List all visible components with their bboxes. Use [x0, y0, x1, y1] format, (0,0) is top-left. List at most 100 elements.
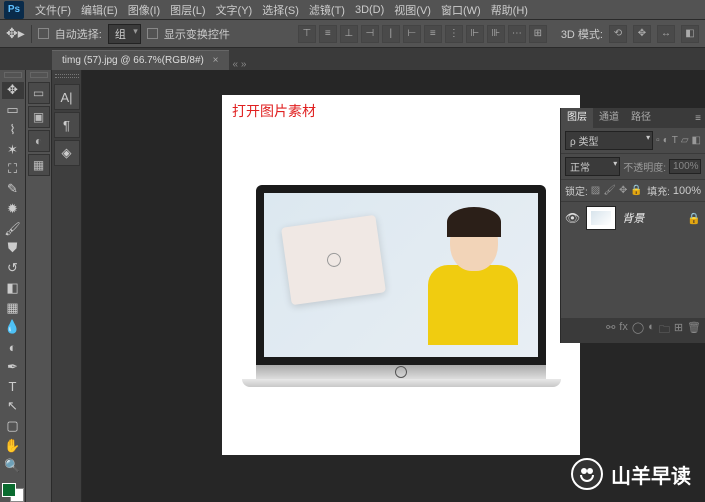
dock-character-icon[interactable]: A| — [54, 84, 80, 110]
filter-pixel-icon[interactable]: ▫ — [656, 135, 660, 146]
zoom-tool[interactable]: 🔍 — [2, 457, 24, 475]
color-swatches[interactable] — [2, 483, 24, 502]
distribute-1-icon[interactable]: ≡ — [424, 25, 442, 43]
lasso-tool[interactable]: ⌇ — [2, 121, 24, 139]
panel-styles-icon[interactable]: ▦ — [28, 154, 50, 176]
menu-image[interactable]: 图像(I) — [128, 2, 160, 18]
move-tool[interactable]: ✥ — [2, 82, 24, 100]
fill-label: 填充: — [647, 183, 670, 198]
blur-tool[interactable]: 💧 — [2, 319, 24, 337]
menu-window[interactable]: 窗口(W) — [441, 2, 481, 18]
align-right-icon[interactable]: ⊢ — [403, 25, 421, 43]
layer-name[interactable]: 背景 — [622, 210, 644, 226]
layer-thumbnail[interactable] — [586, 206, 616, 230]
brush-tool[interactable]: 🖌 — [2, 220, 24, 238]
lock-position-icon[interactable]: ✥ — [619, 185, 627, 196]
filter-adjust-icon[interactable]: ◐ — [663, 135, 669, 146]
document-tab[interactable]: timg (57).jpg @ 66.7%(RGB/8#) × — [52, 50, 229, 70]
gradient-tool[interactable]: ▦ — [2, 299, 24, 317]
dock-3d-icon[interactable]: ◈ — [54, 140, 80, 166]
filter-smart-icon[interactable]: ◧ — [692, 135, 701, 146]
distribute-4-icon[interactable]: ⊪ — [487, 25, 505, 43]
align-bottom-icon[interactable]: ⊥ — [340, 25, 358, 43]
pen-tool[interactable]: ✒ — [2, 358, 24, 376]
layer-item-background[interactable]: 👁 背景 🔒 — [561, 202, 705, 234]
panel-handle[interactable] — [30, 72, 48, 78]
align-left-icon[interactable]: ⊣ — [361, 25, 379, 43]
link-layers-icon[interactable]: ⚯ — [606, 321, 615, 340]
menu-file[interactable]: 文件(F) — [35, 2, 71, 18]
menu-layer[interactable]: 图层(L) — [170, 2, 205, 18]
menu-filter[interactable]: 滤镜(T) — [309, 2, 345, 18]
document-canvas[interactable]: 打开图片素材 — [222, 95, 580, 455]
tab-arrows-icon[interactable]: « » — [233, 59, 247, 70]
align-top-icon[interactable]: ⊤ — [298, 25, 316, 43]
opacity-input[interactable]: 100% — [669, 159, 701, 174]
new-layer-icon[interactable]: ⊞ — [674, 321, 683, 340]
secondary-panel-column: ▭ ▣ ◐ ▦ — [26, 70, 52, 502]
menu-edit[interactable]: 编辑(E) — [81, 2, 118, 18]
panel-menu-icon[interactable]: ≡ — [691, 113, 705, 124]
path-selection-tool[interactable]: ↖ — [2, 398, 24, 416]
magic-wand-tool[interactable]: ✶ — [2, 141, 24, 159]
tab-channels[interactable]: 通道 — [593, 108, 625, 128]
delete-layer-icon[interactable]: 🗑 — [687, 321, 701, 340]
app-logo: Ps — [4, 1, 24, 19]
distribute-3-icon[interactable]: ⊩ — [466, 25, 484, 43]
tab-layers[interactable]: 图层 — [561, 108, 593, 128]
canvas-annotation: 打开图片素材 — [222, 95, 580, 127]
menu-3d[interactable]: 3D(D) — [355, 4, 384, 16]
marquee-tool[interactable]: ▭ — [2, 101, 24, 119]
crop-tool[interactable]: ⛶ — [2, 161, 24, 179]
show-transform-checkbox[interactable] — [147, 28, 158, 39]
rectangle-tool[interactable]: ▢ — [2, 417, 24, 435]
filter-type-icon[interactable]: T — [672, 135, 678, 146]
layer-style-icon[interactable]: fx — [619, 321, 628, 340]
panel-history-icon[interactable]: ▭ — [28, 82, 50, 104]
adjustment-layer-icon[interactable]: ◐ — [648, 321, 655, 340]
hand-tool[interactable]: ✋ — [2, 437, 24, 455]
dodge-tool[interactable]: ◐ — [2, 338, 24, 356]
menu-help[interactable]: 帮助(H) — [491, 2, 528, 18]
visibility-toggle-icon[interactable]: 👁 — [565, 211, 580, 225]
3d-scale-icon[interactable]: ◧ — [681, 25, 699, 43]
blend-mode-dropdown[interactable]: 正常 — [565, 157, 620, 176]
3d-pan-icon[interactable]: ✥ — [633, 25, 651, 43]
distribute-5-icon[interactable]: ⋯ — [508, 25, 526, 43]
eraser-tool[interactable]: ◧ — [2, 279, 24, 297]
distribute-2-icon[interactable]: ⋮ — [445, 25, 463, 43]
type-tool[interactable]: T — [2, 378, 24, 396]
panel-properties-icon[interactable]: ▣ — [28, 106, 50, 128]
foreground-color-swatch[interactable] — [2, 483, 16, 497]
filter-shape-icon[interactable]: ▱ — [681, 135, 689, 146]
watermark: 山羊早读 — [571, 458, 691, 490]
group-icon[interactable]: 🗀 — [659, 321, 670, 340]
3d-orbit-icon[interactable]: ⟲ — [609, 25, 627, 43]
fill-input[interactable]: 100% — [673, 185, 701, 197]
lock-all-icon[interactable]: 🔒 — [630, 185, 642, 196]
menu-select[interactable]: 选择(S) — [262, 2, 299, 18]
align-hcenter-icon[interactable]: | — [382, 25, 400, 43]
healing-brush-tool[interactable]: ✹ — [2, 200, 24, 218]
layer-mask-icon[interactable]: ◯ — [632, 321, 644, 340]
auto-select-dropdown[interactable]: 组 — [108, 24, 141, 44]
3d-slide-icon[interactable]: ↔ — [657, 25, 675, 43]
tab-paths[interactable]: 路径 — [625, 108, 657, 128]
layer-filter-dropdown[interactable]: ρ 类型 — [565, 131, 653, 150]
dock-handle[interactable] — [55, 74, 79, 78]
dock-paragraph-icon[interactable]: ¶ — [54, 112, 80, 138]
lock-transparency-icon[interactable]: ▨ — [591, 185, 600, 196]
panel-adjustments-icon[interactable]: ◐ — [28, 130, 50, 152]
toolbox-handle[interactable] — [4, 72, 22, 78]
history-brush-tool[interactable]: ↺ — [2, 259, 24, 277]
eyedropper-tool[interactable]: ✎ — [2, 180, 24, 198]
lock-pixels-icon[interactable]: 🖌 — [603, 185, 616, 196]
close-tab-icon[interactable]: × — [213, 55, 219, 66]
distribute-6-icon[interactable]: ⊞ — [529, 25, 547, 43]
toolbox: ✥ ▭ ⌇ ✶ ⛶ ✎ ✹ 🖌 ⛊ ↺ ◧ ▦ 💧 ◐ ✒ T ↖ ▢ ✋ 🔍 — [0, 70, 26, 502]
align-vcenter-icon[interactable]: ≡ — [319, 25, 337, 43]
menu-view[interactable]: 视图(V) — [394, 2, 431, 18]
auto-select-checkbox[interactable] — [38, 28, 49, 39]
menu-type[interactable]: 文字(Y) — [216, 2, 253, 18]
clone-stamp-tool[interactable]: ⛊ — [2, 240, 24, 258]
